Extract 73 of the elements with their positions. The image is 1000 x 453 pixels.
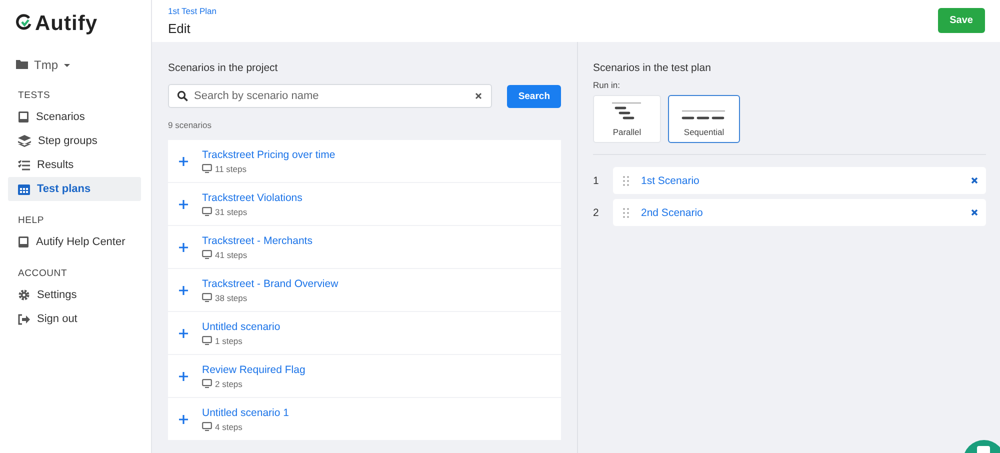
sidebar-item[interactable]: Step groups bbox=[8, 129, 141, 153]
save-button[interactable]: Save bbox=[938, 8, 985, 33]
drag-handle-icon[interactable] bbox=[623, 208, 629, 218]
section-title: Scenarios in the project bbox=[168, 62, 279, 74]
search-icon bbox=[177, 90, 188, 102]
add-icon[interactable] bbox=[179, 286, 188, 294]
step-count: 2 steps bbox=[215, 378, 242, 388]
scenario-link[interactable]: Untitled scenario bbox=[202, 320, 280, 332]
add-icon[interactable] bbox=[179, 242, 188, 252]
sequential-icon bbox=[681, 108, 727, 122]
scenario-link[interactable]: 1st Scenario bbox=[641, 174, 959, 186]
project-dropdown[interactable]: Tmp bbox=[16, 58, 141, 72]
step-count: 4 steps bbox=[215, 422, 242, 432]
layers-icon bbox=[18, 135, 31, 147]
calendar-icon bbox=[18, 183, 30, 195]
caret-icon bbox=[64, 64, 70, 66]
scenario-link[interactable]: Trackstreet - Brand Overview bbox=[202, 278, 338, 290]
monitor-icon bbox=[202, 336, 212, 345]
drag-handle-icon[interactable] bbox=[623, 176, 629, 186]
step-count: 31 steps bbox=[215, 206, 248, 216]
section-heading: HELP bbox=[18, 215, 46, 226]
breadcrumb-link[interactable]: 1st Test Plan bbox=[168, 6, 217, 16]
monitor-icon bbox=[202, 250, 212, 259]
add-icon[interactable] bbox=[179, 200, 188, 208]
monitor-icon bbox=[202, 379, 212, 388]
remove-icon[interactable] bbox=[971, 177, 978, 184]
clear-icon[interactable] bbox=[475, 92, 482, 100]
parallel-icon bbox=[612, 102, 642, 122]
book-icon bbox=[18, 111, 29, 123]
sidebar-item[interactable]: Results bbox=[8, 153, 141, 177]
scenario-link[interactable]: Review Required Flag bbox=[202, 364, 306, 376]
step-count: 11 steps bbox=[215, 164, 247, 174]
app-logo-text: Autify bbox=[35, 12, 98, 36]
sidebar-item[interactable]: Sign out bbox=[8, 307, 141, 331]
sidebar-item[interactable]: Autify Help Center bbox=[8, 230, 141, 254]
logo-icon bbox=[16, 14, 32, 30]
add-icon[interactable] bbox=[179, 414, 188, 424]
step-count: 38 steps bbox=[215, 292, 248, 302]
section-title: Scenarios in the test plan bbox=[593, 62, 712, 74]
gear-icon bbox=[18, 289, 30, 301]
run-mode-option[interactable]: Sequential bbox=[668, 95, 740, 143]
search-button[interactable]: Search bbox=[507, 84, 561, 108]
monitor-icon bbox=[202, 422, 212, 431]
add-icon[interactable] bbox=[179, 156, 188, 166]
monitor-icon bbox=[202, 293, 212, 302]
section-heading: TESTS bbox=[18, 90, 52, 101]
run-mode-option[interactable]: Parallel bbox=[593, 95, 661, 143]
row-number: 1 bbox=[593, 174, 600, 186]
step-count: 41 steps bbox=[215, 250, 248, 260]
scenario-link[interactable]: Trackstreet Violations bbox=[202, 192, 302, 204]
step-count: 1 steps bbox=[215, 336, 242, 346]
row-number: 2 bbox=[593, 206, 600, 218]
section-heading: ACCOUNT bbox=[18, 268, 68, 279]
search-field[interactable]: Search by scenario name bbox=[168, 84, 492, 108]
add-icon[interactable] bbox=[179, 328, 188, 338]
monitor-icon bbox=[202, 164, 212, 173]
run-in-label: Run in: bbox=[593, 80, 621, 90]
sidebar-item[interactable]: Test plans bbox=[8, 177, 141, 201]
scenario-link[interactable]: Trackstreet - Merchants bbox=[202, 234, 312, 246]
scenario-link[interactable]: Untitled scenario 1 bbox=[202, 406, 289, 418]
remove-icon[interactable] bbox=[971, 209, 978, 216]
page-title: Edit bbox=[168, 21, 192, 36]
sidebar-item[interactable]: Settings bbox=[8, 283, 141, 307]
sidebar-item[interactable]: Scenarios bbox=[8, 105, 141, 129]
folder-icon bbox=[16, 60, 28, 69]
monitor-icon bbox=[202, 207, 212, 216]
scenario-count: 9 scenarios bbox=[168, 120, 212, 130]
scenario-link[interactable]: Trackstreet Pricing over time bbox=[202, 148, 336, 160]
list-icon bbox=[18, 160, 30, 170]
scenario-link[interactable]: 2nd Scenario bbox=[641, 206, 959, 218]
sign-out-icon bbox=[18, 314, 30, 324]
book-icon bbox=[18, 236, 29, 248]
add-icon[interactable] bbox=[179, 372, 188, 380]
